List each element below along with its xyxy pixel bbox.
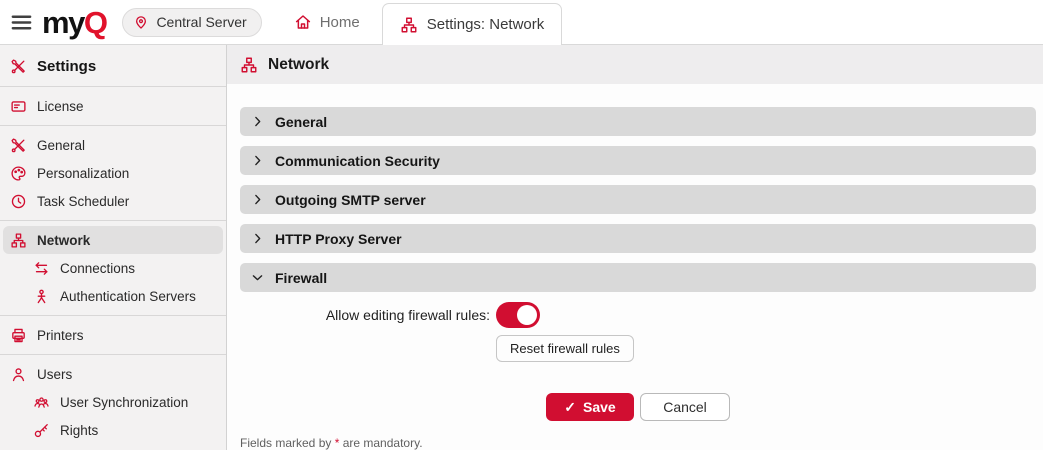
accordion-label: General — [275, 114, 327, 130]
printer-icon — [10, 327, 27, 344]
hamburger-menu-icon[interactable] — [8, 9, 34, 35]
allow-editing-firewall-rules-label: Allow editing firewall rules: — [240, 307, 490, 323]
palette-icon — [10, 165, 27, 182]
sidebar-item-printers[interactable]: Printers — [0, 321, 226, 349]
settings-tools-icon — [10, 58, 27, 75]
logo-text-q: Q — [84, 7, 107, 38]
accordion-outgoing-smtp-server[interactable]: Outgoing SMTP server — [240, 185, 1036, 214]
sidebar-item-label: Network — [37, 233, 90, 248]
chevron-right-icon — [251, 232, 264, 245]
location-pin-icon — [133, 14, 149, 30]
mandatory-fields-note: Fields marked by * are mandatory. — [240, 436, 1036, 450]
sidebar-divider — [0, 354, 226, 355]
auth-person-icon — [33, 288, 50, 305]
sitemap-network-icon — [10, 232, 27, 249]
sidebar-item-authentication-servers[interactable]: Authentication Servers — [0, 282, 226, 310]
accordion-label: Communication Security — [275, 153, 440, 169]
check-icon: ✓ — [564, 399, 576, 416]
save-button[interactable]: ✓ Save — [546, 393, 634, 421]
tab-settings-network-label: Settings: Network — [427, 16, 545, 33]
sidebar-title: Settings — [0, 51, 226, 81]
page-body: Settings License General Person — [0, 45, 1043, 450]
sidebar-item-connections[interactable]: Connections — [0, 254, 226, 282]
chevron-down-icon — [251, 271, 264, 284]
chevron-right-icon — [251, 115, 264, 128]
central-server-button[interactable]: Central Server — [122, 8, 261, 37]
sidebar-item-label: Personalization — [37, 166, 129, 181]
sidebar-item-label: Authentication Servers — [60, 289, 196, 304]
user-group-icon — [33, 394, 50, 411]
page-title: Network — [268, 56, 329, 74]
sidebar-item-personalization[interactable]: Personalization — [0, 159, 226, 187]
accordion-label: HTTP Proxy Server — [275, 231, 402, 247]
sidebar-divider — [0, 220, 226, 221]
allow-editing-firewall-rules-row: Allow editing firewall rules: — [240, 302, 1036, 328]
settings-content: General Communication Security Outgoing … — [227, 84, 1043, 450]
sidebar-divider — [0, 315, 226, 316]
home-icon — [294, 13, 312, 31]
chevron-right-icon — [251, 193, 264, 206]
form-actions: ✓ Save Cancel — [240, 393, 1036, 421]
general-tools-icon — [10, 137, 27, 154]
sidebar-divider — [0, 86, 226, 87]
sitemap-network-icon — [240, 56, 258, 74]
sidebar-item-user-synchronization[interactable]: User Synchronization — [0, 388, 226, 416]
tab-settings-network[interactable]: Settings: Network — [382, 3, 563, 45]
sidebar-item-label: Task Scheduler — [37, 194, 129, 209]
note-suffix: are mandatory. — [339, 436, 422, 450]
user-icon — [10, 366, 27, 383]
logo-text-my: my — [42, 7, 84, 38]
sidebar-item-rights[interactable]: Rights — [0, 416, 226, 444]
firewall-panel: Allow editing firewall rules: Reset fire… — [240, 302, 1036, 369]
accordion-general[interactable]: General — [240, 107, 1036, 136]
sidebar-item-license[interactable]: License — [0, 92, 226, 120]
accordion-communication-security[interactable]: Communication Security — [240, 146, 1036, 175]
main-panel: Network General Communication Security — [227, 45, 1043, 450]
note-prefix: Fields marked by — [240, 436, 335, 450]
license-card-icon — [10, 98, 27, 115]
sidebar-item-label: Connections — [60, 261, 135, 276]
key-icon — [33, 422, 50, 439]
sidebar-item-network[interactable]: Network — [3, 226, 223, 254]
sidebar-item-general[interactable]: General — [0, 131, 226, 159]
sidebar-divider — [0, 125, 226, 126]
sidebar-item-users[interactable]: Users — [0, 360, 226, 388]
sitemap-network-icon — [400, 16, 418, 34]
sidebar-item-label: User Synchronization — [60, 395, 188, 410]
cancel-button[interactable]: Cancel — [640, 393, 730, 421]
sidebar-item-label: Users — [37, 367, 72, 382]
reset-firewall-rules-button[interactable]: Reset firewall rules — [496, 335, 634, 362]
sidebar-item-label: General — [37, 138, 85, 153]
toggle-knob — [517, 305, 537, 325]
reset-firewall-rules-row: Reset firewall rules — [240, 335, 1036, 362]
allow-editing-firewall-rules-toggle[interactable] — [496, 302, 540, 328]
accordion-firewall[interactable]: Firewall — [240, 263, 1036, 292]
sidebar-item-label: Printers — [37, 328, 84, 343]
myq-settings-app: myQ Central Server Home Settings: Networ… — [0, 0, 1043, 450]
myq-logo: myQ — [42, 7, 106, 38]
swap-arrows-icon — [33, 260, 50, 277]
save-button-label: Save — [583, 399, 616, 415]
accordion-label: Firewall — [275, 270, 327, 286]
sidebar-title-label: Settings — [37, 58, 96, 75]
sidebar-item-label: License — [37, 99, 84, 114]
central-server-label: Central Server — [156, 14, 246, 30]
sidebar-item-task-scheduler[interactable]: Task Scheduler — [0, 187, 226, 215]
topbar: myQ Central Server Home Settings: Networ… — [0, 0, 1043, 45]
clock-icon — [10, 193, 27, 210]
accordion-http-proxy-server[interactable]: HTTP Proxy Server — [240, 224, 1036, 253]
page-title-bar: Network — [227, 45, 1043, 84]
accordion-label: Outgoing SMTP server — [275, 192, 426, 208]
sidebar-item-label: Rights — [60, 423, 98, 438]
chevron-right-icon — [251, 154, 264, 167]
tab-home-label: Home — [320, 14, 360, 31]
tab-home[interactable]: Home — [282, 0, 372, 45]
settings-sidebar: Settings License General Person — [0, 45, 227, 450]
